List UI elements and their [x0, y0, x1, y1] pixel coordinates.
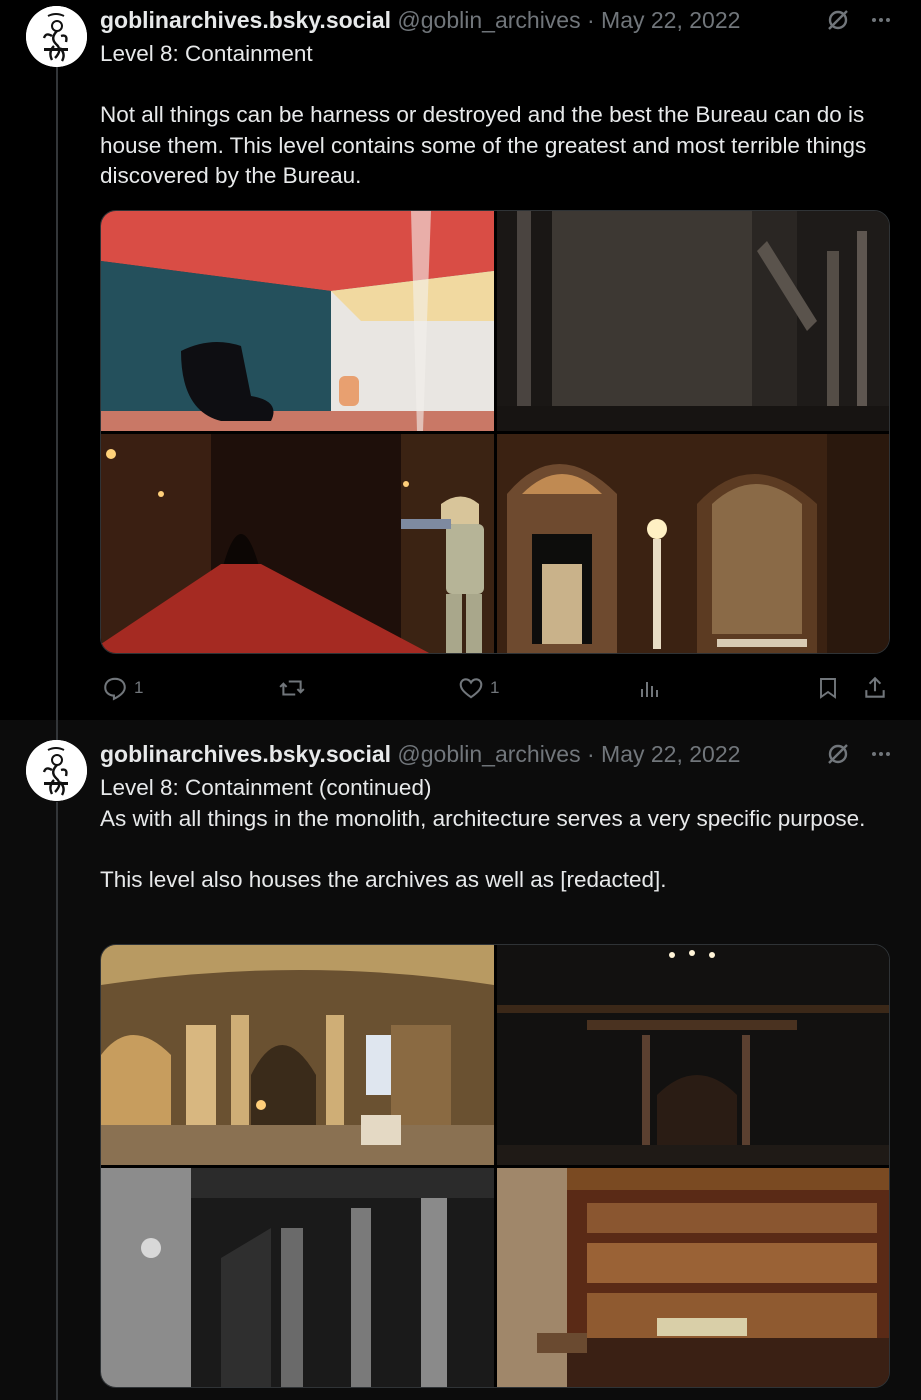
- display-name[interactable]: goblinarchives.bsky.social: [100, 7, 391, 33]
- repost-button[interactable]: [278, 670, 306, 706]
- more-icon[interactable]: [869, 8, 893, 32]
- post-date[interactable]: May 22, 2022: [601, 741, 740, 767]
- handle[interactable]: @goblin_archives: [397, 7, 580, 33]
- post-image[interactable]: [101, 1168, 494, 1387]
- grok-icon[interactable]: [825, 7, 851, 33]
- reply-button[interactable]: 1: [102, 670, 143, 706]
- reply-icon: [102, 675, 128, 701]
- views-button[interactable]: [638, 670, 662, 706]
- grok-icon[interactable]: [825, 741, 851, 767]
- thread-line: [56, 66, 58, 720]
- media-grid[interactable]: [100, 944, 890, 1388]
- post-header: goblinarchives.bsky.social @goblin_archi…: [100, 5, 921, 35]
- post-date[interactable]: May 22, 2022: [601, 7, 740, 33]
- post-header: goblinarchives.bsky.social @goblin_archi…: [100, 739, 921, 769]
- like-button[interactable]: 1: [458, 670, 499, 706]
- more-icon[interactable]: [869, 742, 893, 766]
- thread-line: [56, 802, 58, 1400]
- post-image[interactable]: [497, 1168, 889, 1387]
- share-button[interactable]: [862, 670, 888, 706]
- post-text: Level 8: Containment Not all things can …: [100, 41, 867, 188]
- separator: ·: [586, 7, 595, 33]
- bookmark-icon: [816, 675, 840, 701]
- like-count: 1: [490, 678, 500, 697]
- like-icon: [458, 675, 484, 701]
- post-image[interactable]: [101, 211, 494, 431]
- avatar[interactable]: [26, 740, 87, 801]
- bookmark-button[interactable]: [816, 670, 840, 706]
- post-image[interactable]: [101, 945, 494, 1165]
- post-image[interactable]: [497, 434, 889, 653]
- repost-icon: [278, 675, 306, 701]
- post-image[interactable]: [101, 434, 494, 653]
- thread-line: [56, 720, 58, 742]
- handle[interactable]: @goblin_archives: [397, 741, 580, 767]
- post-image[interactable]: [497, 211, 889, 431]
- reply-count: 1: [134, 678, 144, 697]
- separator: ·: [586, 741, 595, 767]
- post-text: Level 8: Containment (continued) As with…: [100, 775, 866, 892]
- post[interactable]: goblinarchives.bsky.social @goblin_archi…: [0, 0, 921, 720]
- display-name[interactable]: goblinarchives.bsky.social: [100, 741, 391, 767]
- action-bar: 1 1: [100, 670, 890, 706]
- post-image[interactable]: [497, 945, 889, 1165]
- views-icon: [638, 675, 662, 701]
- media-grid[interactable]: [100, 210, 890, 654]
- share-icon: [862, 675, 888, 701]
- avatar[interactable]: [26, 6, 87, 67]
- post[interactable]: goblinarchives.bsky.social @goblin_archi…: [0, 720, 921, 1400]
